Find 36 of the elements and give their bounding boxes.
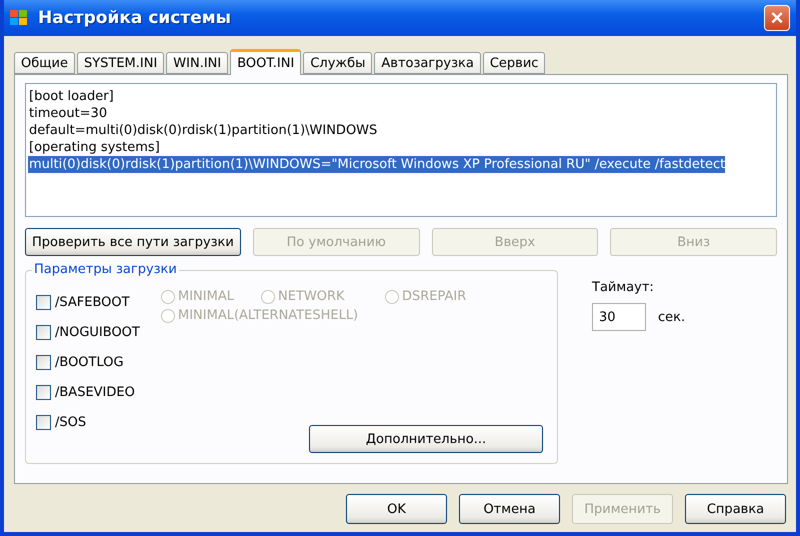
tab[interactable]: SYSTEM.INI	[76, 52, 164, 74]
radio-label: DSREPAIR	[402, 289, 466, 304]
dialog-button[interactable]: Отмена	[459, 494, 560, 524]
checkbox-label: /SOS	[55, 415, 86, 430]
dialog-button[interactable]: OK	[346, 494, 447, 524]
boot-line[interactable]: [boot loader]	[28, 88, 114, 105]
checkbox-label: /SAFEBOOT	[55, 295, 130, 310]
tab[interactable]: BOOT.INI	[230, 49, 302, 75]
boot-line[interactable]: timeout=30	[28, 105, 108, 122]
radio-label: MINIMAL	[178, 289, 234, 304]
radio-label: MINIMAL(ALTERNATESHELL)	[178, 308, 358, 323]
checkbox-label: /NOGUIBOOT	[55, 325, 140, 340]
tab[interactable]: Сервис	[482, 52, 546, 74]
tab[interactable]: WIN.INI	[166, 52, 228, 74]
dialog-button[interactable]: Справка	[685, 494, 786, 524]
boot-line[interactable]: default=multi(0)disk(0)rdisk(1)partition(1)\WINDOWS	[28, 122, 378, 139]
checkbox[interactable]	[36, 325, 51, 340]
timeout-field[interactable]: 30	[592, 303, 646, 331]
unit-label: сек.	[658, 310, 686, 324]
group-title: Параметры загрузки	[32, 262, 179, 277]
tab[interactable]: Службы	[303, 52, 372, 74]
checkbox[interactable]	[36, 355, 51, 370]
tab[interactable]: Автозагрузка	[374, 52, 481, 74]
radio-label: NETWORK	[278, 289, 345, 304]
boot-line[interactable]: [operating systems]	[28, 139, 160, 156]
close-button[interactable]: ×	[764, 5, 790, 31]
checkbox-label: /BOOTLOG	[55, 355, 124, 370]
checkbox-label: /BASEVIDEO	[55, 385, 135, 400]
list-button[interactable]: Проверить все пути загрузки	[25, 228, 241, 256]
advanced-button[interactable]: Дополнительно...	[309, 425, 543, 453]
checkbox[interactable]	[36, 295, 51, 310]
checkbox[interactable]	[36, 385, 51, 400]
timeout-label: Таймаут:	[592, 280, 655, 295]
window-title: Настройка системы	[38, 8, 232, 28]
tab[interactable]: Общие	[14, 52, 75, 74]
checkbox[interactable]	[36, 415, 51, 430]
